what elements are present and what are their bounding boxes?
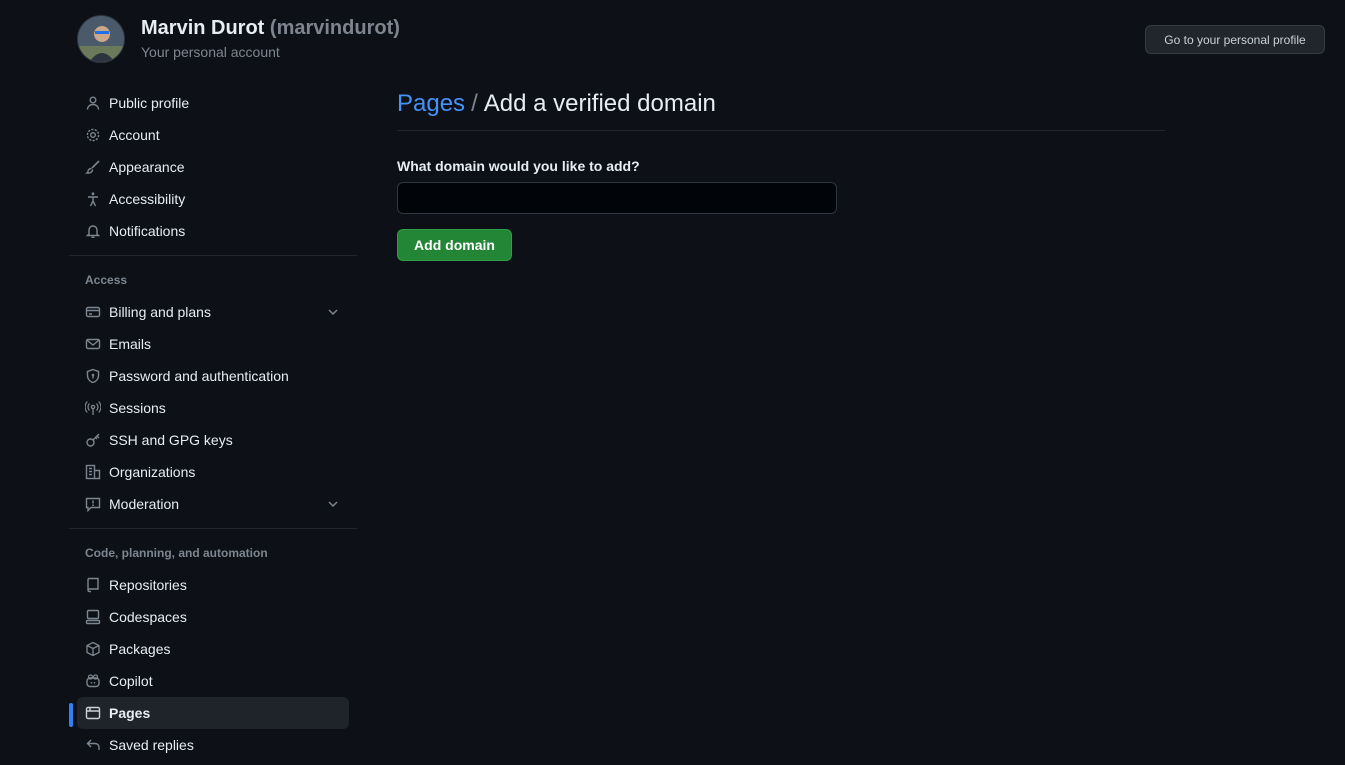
sidebar-item-label: Account — [109, 127, 160, 143]
section-title-code: Code, planning, and automation — [85, 546, 268, 560]
report-icon — [85, 496, 101, 512]
sidebar-item-label: Accessibility — [109, 191, 186, 207]
sidebar-item-label: Appearance — [109, 159, 185, 175]
sidebar-item-ssh-and-gpg-keys[interactable]: SSH and GPG keys — [77, 424, 349, 456]
sidebar-item-accessibility[interactable]: Accessibility — [77, 183, 349, 215]
sidebar-item-label: Codespaces — [109, 609, 187, 625]
sidebar-divider — [69, 255, 357, 256]
page-title: Pages / Add a verified domain — [397, 86, 1165, 131]
sidebar-item-moderation[interactable]: Moderation — [77, 488, 349, 520]
sidebar-item-label: Saved replies — [109, 737, 194, 753]
bell-icon — [85, 223, 101, 239]
account-subtitle: Your personal account — [141, 44, 280, 60]
sidebar-item-label: Repositories — [109, 577, 187, 593]
sidebar-item-label: Copilot — [109, 673, 153, 689]
sidebar-item-saved-replies[interactable]: Saved replies — [77, 729, 349, 761]
browser-icon — [85, 705, 101, 721]
breadcrumb-pages-link[interactable]: Pages — [397, 90, 465, 117]
gear-icon — [85, 127, 101, 143]
sidebar-group-access: Billing and plans Emails Password and auth… — [69, 296, 357, 520]
account-login: (marvindurot) — [269, 17, 400, 39]
broadcast-icon — [85, 400, 101, 416]
domain-input[interactable] — [397, 182, 837, 214]
sidebar-item-repositories[interactable]: Repositories — [77, 569, 349, 601]
sidebar-group-code: Repositories Codespaces Packages Copilot Pag… — [69, 569, 357, 761]
sidebar-item-billing-and-plans[interactable]: Billing and plans — [77, 296, 349, 328]
shield-lock-icon — [85, 368, 101, 384]
organization-icon — [85, 464, 101, 480]
accessibility-icon — [85, 191, 101, 207]
account-header: Marvin Durot (marvindurot) Your personal… — [0, 0, 1345, 80]
chevron-down-icon[interactable] — [325, 496, 341, 512]
sidebar-item-codespaces[interactable]: Codespaces — [77, 601, 349, 633]
sidebar-item-pages[interactable]: Pages — [69, 697, 349, 729]
avatar[interactable] — [77, 15, 125, 63]
main-content: Pages / Add a verified domain What domain … — [397, 86, 1165, 261]
sidebar-item-sessions[interactable]: Sessions — [77, 392, 349, 424]
sidebar-item-appearance[interactable]: Appearance — [77, 151, 349, 183]
reply-icon — [85, 737, 101, 753]
repo-icon — [85, 577, 101, 593]
key-icon — [85, 432, 101, 448]
sidebar-item-label: Password and authentication — [109, 368, 289, 384]
chevron-down-icon[interactable] — [325, 304, 341, 320]
breadcrumb-separator: / — [471, 90, 478, 117]
sidebar-group-personal: Public profile Account Appearance Accessibi… — [69, 87, 357, 247]
sidebar-item-label: Packages — [109, 641, 171, 657]
sidebar-item-label: Notifications — [109, 223, 186, 239]
sidebar-item-label: SSH and GPG keys — [109, 432, 233, 448]
sidebar-item-emails[interactable]: Emails — [77, 328, 349, 360]
sidebar-divider — [69, 528, 357, 529]
display-name: Marvin Durot — [141, 17, 265, 39]
sidebar-item-label: Organizations — [109, 464, 196, 480]
sidebar-item-copilot[interactable]: Copilot — [77, 665, 349, 697]
codespaces-icon — [85, 609, 101, 625]
sidebar-item-label: Emails — [109, 336, 152, 352]
sidebar-item-label: Sessions — [109, 400, 166, 416]
credit-card-icon — [85, 304, 101, 320]
sidebar-item-account[interactable]: Account — [77, 119, 349, 151]
sidebar-item-packages[interactable]: Packages — [77, 633, 349, 665]
sidebar-item-organizations[interactable]: Organizations — [77, 456, 349, 488]
person-icon — [85, 95, 101, 111]
sidebar-item-public-profile[interactable]: Public profile — [77, 87, 349, 119]
section-title-access: Access — [85, 273, 128, 287]
copilot-icon — [85, 673, 101, 689]
go-to-profile-button[interactable]: Go to your personal profile — [1145, 25, 1325, 54]
paintbrush-icon — [85, 159, 101, 175]
sidebar-item-label: Billing and plans — [109, 304, 211, 320]
domain-field-label: What domain would you like to add? — [397, 158, 640, 174]
sidebar-item-label: Moderation — [109, 496, 180, 512]
package-icon — [85, 641, 101, 657]
sidebar-item-label: Public profile — [109, 95, 190, 111]
account-name: Marvin Durot (marvindurot) — [141, 17, 400, 40]
add-domain-button[interactable]: Add domain — [397, 229, 512, 261]
sidebar-item-label: Pages — [109, 705, 151, 721]
page-title-text: Add a verified domain — [483, 90, 716, 117]
sidebar-item-notifications[interactable]: Notifications — [77, 215, 349, 247]
settings-sidebar: Public profile Account Appearance Accessibi… — [69, 87, 357, 761]
sidebar-item-password-and-authentication[interactable]: Password and authentication — [77, 360, 349, 392]
mail-icon — [85, 336, 101, 352]
